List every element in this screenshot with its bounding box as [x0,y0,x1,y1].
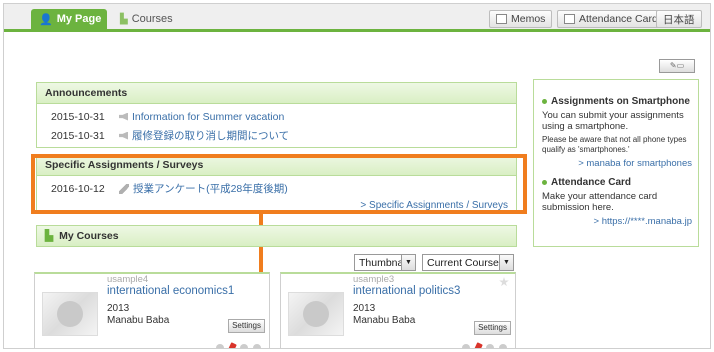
attendance-icon [564,14,575,24]
report-icon [486,344,494,348]
speaker-icon [119,112,128,121]
courses-icon: ▙ [120,13,128,25]
course-name[interactable]: international politics3 [353,285,460,297]
smartphone-note: Please be aware that not all phone types… [542,135,687,154]
course-teacher: Manabu Baba [107,315,170,326]
assignment-alert-icon [227,342,237,348]
courses-icon: ▙ [45,230,54,242]
smartphone-link[interactable]: > manaba for smartphones [542,158,692,169]
assignment-alert-icon [473,342,483,348]
smartphone-text: You can submit your assignments using a … [542,110,684,132]
course-card[interactable]: usample4 international economics1 2013 M… [34,272,270,348]
course-code: usample3 [353,274,395,285]
memos-button[interactable]: Memos [489,10,553,28]
user-icon: 👤 [39,13,53,26]
highlight-box [31,154,527,214]
attendance-card-button[interactable]: Attendance Card [557,10,665,28]
edit-layout-icon[interactable]: ✎▭ [659,59,695,73]
course-year: 2013 [353,303,376,314]
page-frame: 👤 My Page ▙ Courses Memos Attendance Car… [3,3,711,349]
language-label: 日本語 [663,13,695,26]
course-filter-select[interactable]: Current Courses ▼ [422,254,514,271]
course-settings-button[interactable]: Settings [228,319,265,333]
course-code: usample4 [107,274,149,285]
course-name[interactable]: international economics1 [107,285,234,297]
announcements-header: Announcements [37,83,516,104]
announcement-date: 2015-10-31 [51,129,105,142]
memos-label: Memos [511,13,546,25]
attendance-title: Attendance Card [551,177,632,188]
course-status-icons [216,342,261,348]
tab-my-page-label: My Page [56,13,102,25]
attendance-link-label: https://****.manaba.jp [601,216,692,227]
tab-courses-label: Courses [131,13,173,25]
attendance-link[interactable]: > https://****.manaba.jp [542,216,693,227]
attendance-text: Make your attendance card submission her… [542,191,658,213]
language-button[interactable]: 日本語 [656,10,702,28]
report-icon [240,344,248,348]
speaker-icon [119,131,128,140]
attendance-heading: Attendance Card [542,177,692,188]
star-icon[interactable] [499,277,509,287]
course-card[interactable]: usample3 international politics3 2013 Ma… [280,272,516,348]
course-filter-value: Current Courses [427,256,505,269]
announcement-title[interactable]: Information for Summer vacation [132,111,284,123]
view-mode-select[interactable]: Thumbnail ▼ [354,254,416,271]
discussion-icon [499,344,507,348]
attendance-card-label: Attendance Card [579,13,658,25]
tab-courses[interactable]: ▙ Courses [120,9,173,29]
announcement-title[interactable]: 履修登録の取り消し期間について [132,128,289,143]
course-settings-button[interactable]: Settings [474,321,511,335]
smartphone-heading: Assignments on Smartphone [542,96,692,107]
course-status-icons [462,342,507,348]
top-nav-bar: 👤 My Page ▙ Courses Memos Attendance Car… [4,4,710,32]
smartphone-title: Assignments on Smartphone [551,96,690,107]
chevron-right-icon: > [593,216,602,227]
tab-my-page[interactable]: 👤 My Page [31,9,107,29]
smartphone-link-label: manaba for smartphones [586,158,692,169]
memo-icon [496,14,507,24]
announcement-icon [462,344,470,348]
chevron-down-icon: ▼ [499,255,513,270]
chevron-down-icon: ▼ [401,255,415,270]
course-year: 2013 [107,303,130,314]
course-teacher: Manabu Baba [353,315,416,326]
announcement-row[interactable]: 2015-10-31 Information for Summer vacati… [37,107,516,126]
bullet-icon [542,99,547,104]
announcements-panel: Announcements 2015-10-31 Information for… [36,82,517,148]
discussion-icon [253,344,261,348]
announcement-date: 2015-10-31 [51,110,105,123]
course-thumbnail [288,292,344,336]
course-thumbnail [42,292,98,336]
sidebar-panel: Assignments on Smartphone You can submit… [533,79,699,247]
my-courses-title: My Courses [59,230,119,242]
my-courses-header: ▙ My Courses [36,225,517,247]
announcement-row[interactable]: 2015-10-31 履修登録の取り消し期間について [37,126,516,145]
announcement-icon [216,344,224,348]
bullet-icon [542,180,547,185]
